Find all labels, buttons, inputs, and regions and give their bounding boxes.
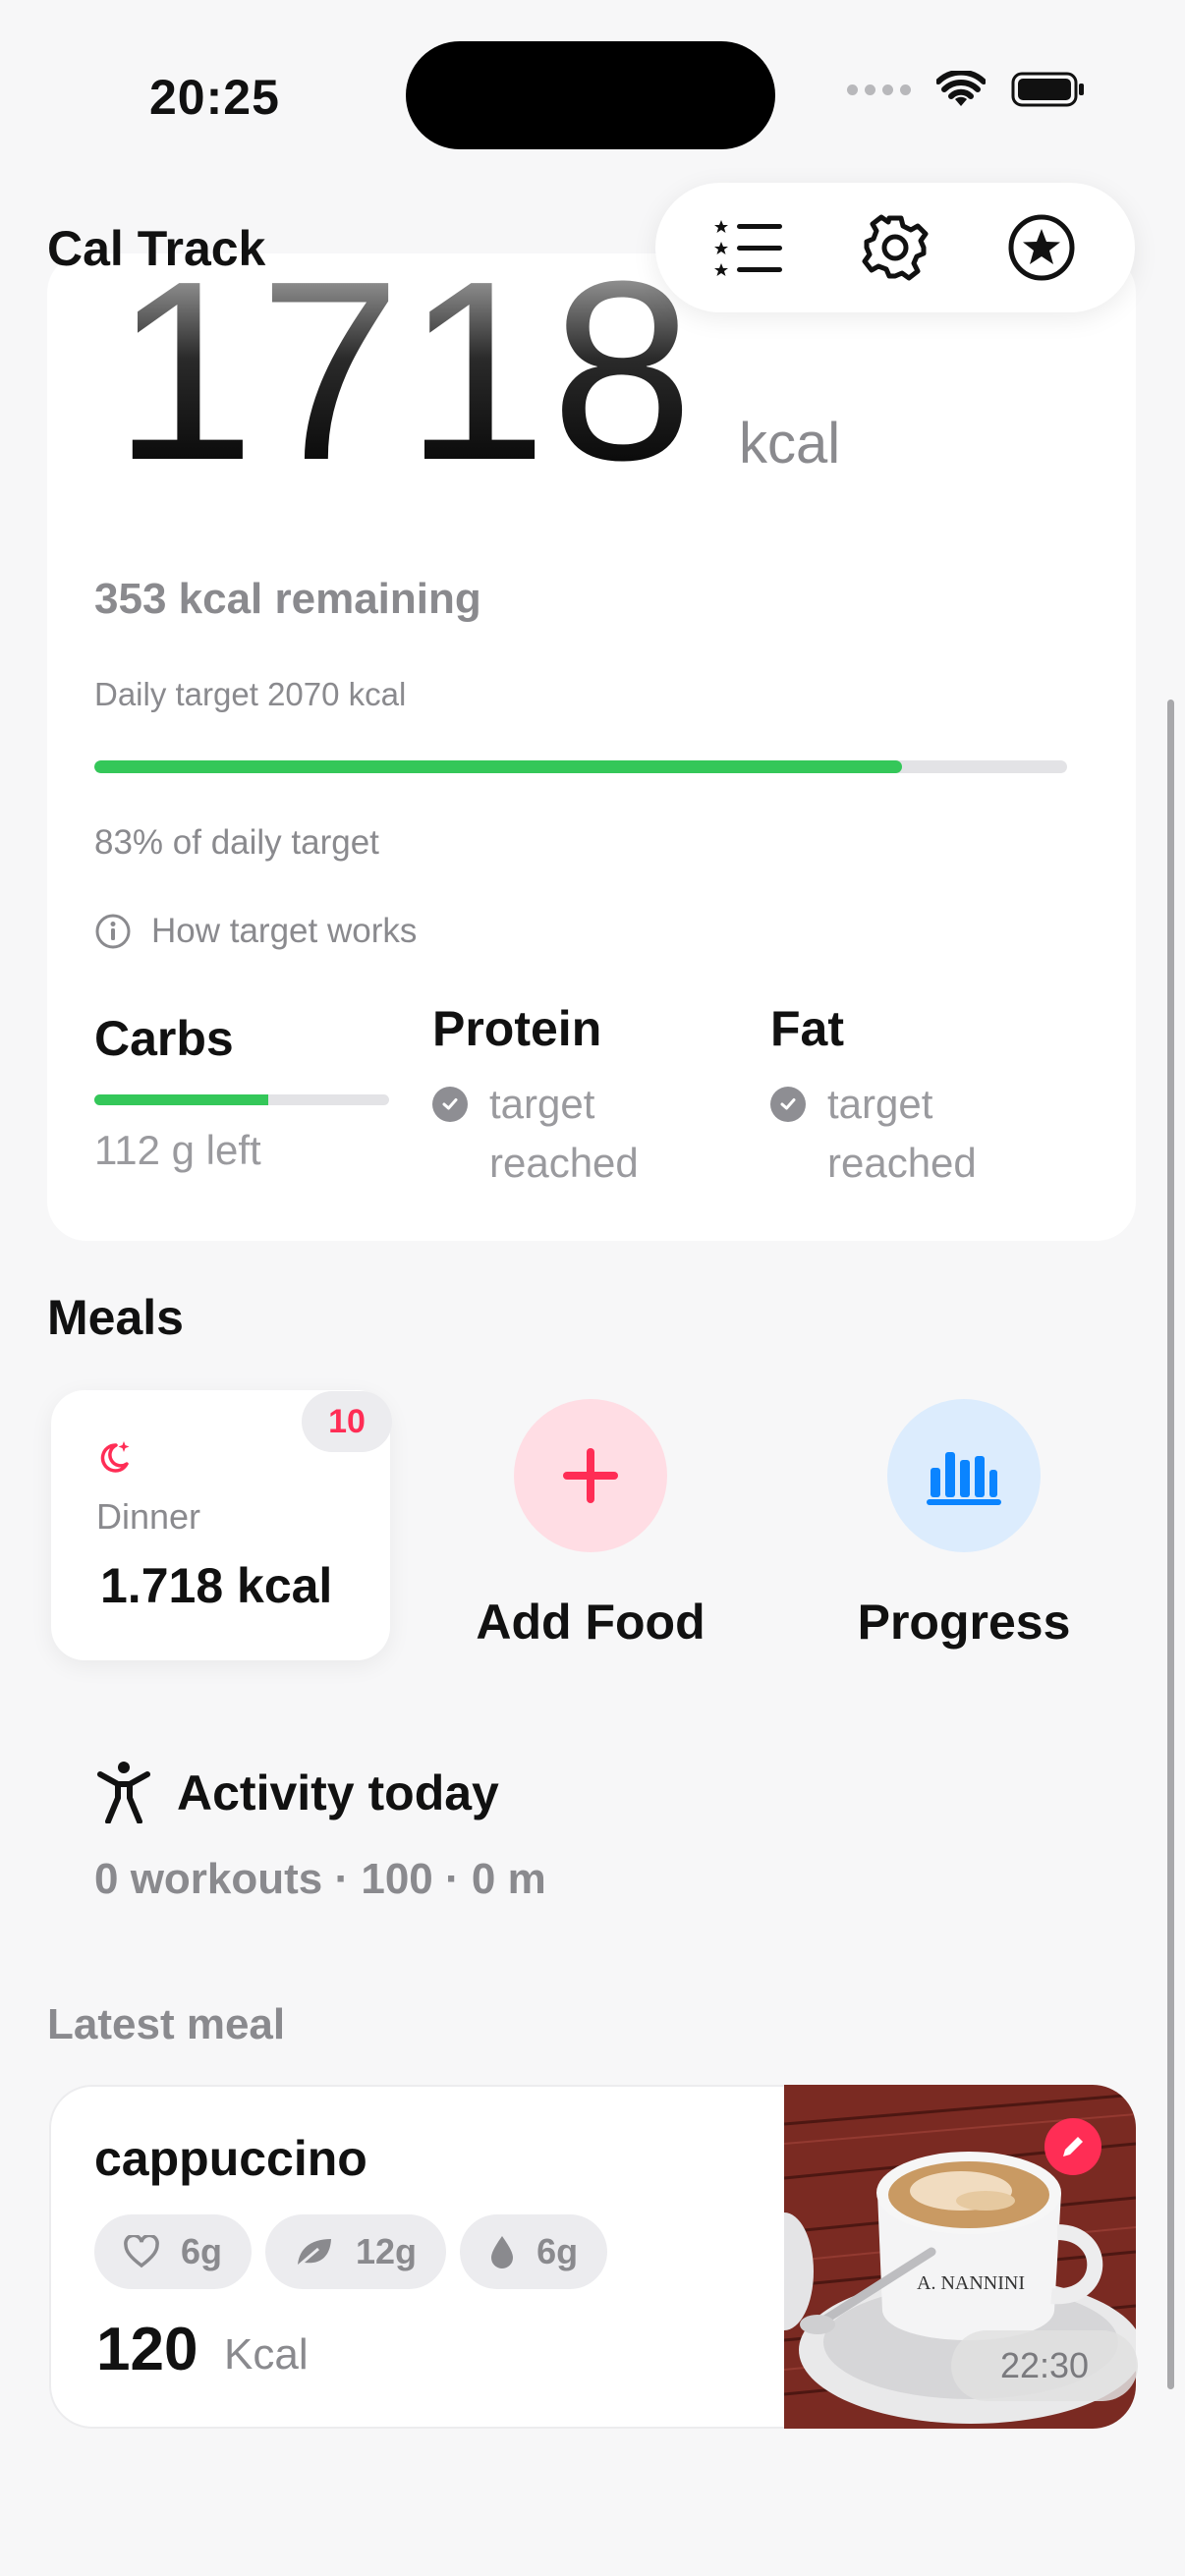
star-circle-icon (1008, 214, 1075, 281)
battery-icon (1011, 72, 1084, 107)
calories-unit: kcal (739, 412, 841, 476)
daily-target: Daily target 2070 kcal (94, 676, 407, 712)
fat-title: Fat (770, 1001, 844, 1056)
progress-circle (887, 1399, 1041, 1552)
favorites-button[interactable] (997, 203, 1086, 292)
carbs-progress-bar (94, 1094, 389, 1105)
macro-chip-protein: 6g (94, 2214, 253, 2289)
calories-remaining: 353 kcal remaining (94, 575, 481, 623)
macro-carbs: Carbs 112 g left (94, 1010, 389, 1180)
latest-meal-time: 22:30 (951, 2330, 1138, 2401)
protein-title: Protein (432, 1001, 602, 1056)
leaf-icon (297, 2239, 332, 2268)
person-arms-up-icon (97, 1762, 150, 1823)
latest-meal-calories: 120 (96, 2316, 198, 2383)
how-target-works-label: How target works (151, 912, 418, 950)
scrollbar[interactable] (1167, 700, 1174, 2389)
gear-icon (862, 214, 929, 281)
daily-percent-label: 83% of daily target (94, 823, 379, 862)
settings-button[interactable] (851, 203, 939, 292)
calories-consumed: 1718 (113, 229, 698, 514)
info-icon (95, 914, 131, 949)
cup-print: A. NANNINI (917, 2272, 1025, 2294)
add-food-circle (514, 1399, 667, 1552)
activity-title: Activity today (177, 1765, 499, 1820)
latest-meal-macros: 6g 12g 6g (94, 2214, 608, 2289)
bar-chart-icon (927, 1452, 1001, 1505)
daily-progress-bar (94, 760, 1067, 773)
macro-chip-carbs: 12g (265, 2214, 447, 2289)
meal-name: Dinner (96, 1496, 201, 1537)
check-icon (770, 1087, 806, 1122)
meal-count-badge: 10 (302, 1391, 392, 1452)
macro-fat: Fat target reached (770, 1000, 1014, 1193)
carbs-status: 112 g left (94, 1127, 261, 1173)
progress-button[interactable]: Progress (812, 1399, 1116, 1651)
wifi-icon (936, 71, 986, 106)
carbs-progress-fill (94, 1094, 268, 1105)
macro-chip-fat: 6g (460, 2214, 608, 2289)
check-icon (432, 1087, 468, 1122)
dynamic-island (406, 41, 775, 149)
plus-icon (563, 1448, 618, 1503)
fat-status: target reached (827, 1081, 977, 1186)
top-toolbar (655, 183, 1135, 312)
macro-chip-value: 6g (536, 2231, 579, 2271)
how-target-works-link[interactable]: How target works (94, 912, 417, 951)
latest-meal-label: Latest meal (47, 2000, 286, 2048)
list-button[interactable] (705, 203, 793, 292)
list-star-icon (713, 220, 782, 276)
signal-icon (847, 84, 911, 95)
edit-meal-button[interactable] (1044, 2118, 1101, 2175)
moon-stars-icon (100, 1441, 130, 1473)
status-time: 20:25 (149, 70, 280, 125)
meals-section-title: Meals (47, 1290, 184, 1345)
latest-meal-calories-unit: Kcal (224, 2330, 309, 2379)
macro-chip-value: 6g (181, 2231, 223, 2271)
heart-icon (124, 2235, 159, 2268)
add-food-label: Add Food (476, 1595, 705, 1650)
app-title: Cal Track (47, 221, 266, 276)
carbs-title: Carbs (94, 1011, 234, 1066)
add-food-button[interactable]: Add Food (438, 1399, 743, 1651)
macro-protein: Protein target reached (432, 1000, 676, 1193)
progress-label: Progress (857, 1595, 1071, 1650)
macro-chip-value: 12g (356, 2231, 418, 2271)
activity-summary: 0 workouts · 100 · 0 m (94, 1855, 546, 1903)
drop-icon (491, 2236, 514, 2268)
protein-status: target reached (489, 1081, 639, 1186)
status-icons (847, 71, 1086, 108)
daily-progress-fill (94, 760, 902, 773)
pencil-icon (1063, 2137, 1083, 2156)
latest-meal-name: cappuccino (94, 2131, 367, 2186)
meal-calories: 1.718 kcal (100, 1558, 333, 1613)
